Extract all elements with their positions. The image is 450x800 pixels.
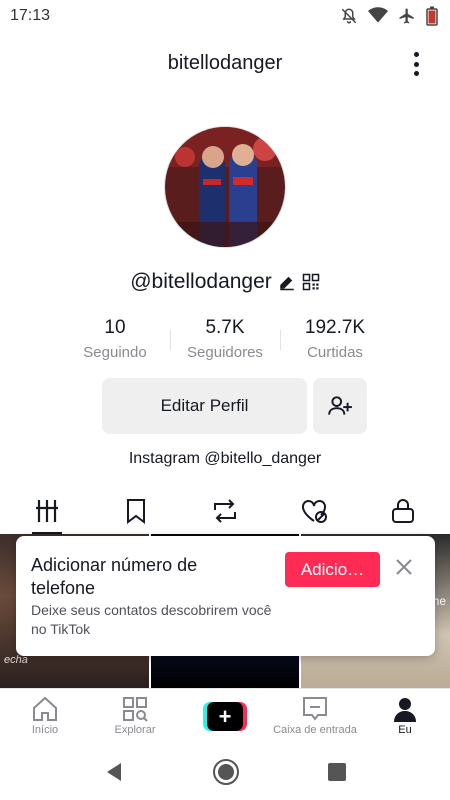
add-user-icon bbox=[328, 396, 352, 415]
tab-videos[interactable] bbox=[2, 488, 91, 534]
nav-inbox[interactable]: Caixa de entrada bbox=[270, 689, 360, 744]
status-bar: 17:13 bbox=[0, 0, 450, 32]
repost-icon bbox=[214, 499, 236, 523]
nav-label: Eu bbox=[398, 724, 412, 736]
back-icon[interactable] bbox=[103, 761, 125, 783]
tab-favorites[interactable] bbox=[91, 488, 180, 534]
inbox-icon bbox=[303, 697, 327, 721]
stat-value: 5.7K bbox=[205, 317, 245, 338]
status-icons bbox=[340, 6, 438, 26]
tab-private[interactable] bbox=[359, 488, 448, 534]
banner-title: Adicionar número de telefone bbox=[31, 555, 198, 598]
nav-label: Caixa de entrada bbox=[273, 724, 357, 736]
profile-bio: Instagram @bitello_danger bbox=[128, 450, 322, 467]
profile-stats: 10 Seguindo 5.7K Seguidores 192.7K Curti… bbox=[60, 316, 390, 364]
home-circle-icon[interactable] bbox=[212, 758, 240, 786]
add-friend-button[interactable] bbox=[313, 378, 367, 434]
avatar[interactable] bbox=[164, 126, 286, 248]
more-options-button[interactable] bbox=[404, 50, 428, 78]
add-phone-banner: Adicionar número de telefone Deixe seus … bbox=[16, 536, 435, 656]
explore-icon bbox=[123, 697, 148, 722]
videos-grid-icon bbox=[35, 500, 58, 522]
edit-profile-button[interactable]: Editar Perfil bbox=[102, 378, 307, 434]
stat-value: 192.7K bbox=[304, 317, 366, 338]
stat-label: Seguidores bbox=[187, 344, 263, 361]
qr-code-icon[interactable] bbox=[302, 273, 320, 291]
bookmark-icon bbox=[126, 499, 145, 524]
tab-reposts[interactable] bbox=[180, 488, 269, 534]
nav-label: Início bbox=[31, 724, 59, 736]
profile-icon bbox=[394, 698, 416, 722]
banner-subtitle: Deixe seus contatos descobrirem você no … bbox=[31, 602, 272, 637]
battery-icon bbox=[426, 6, 438, 26]
plus-icon: + bbox=[207, 702, 243, 731]
lock-icon bbox=[392, 499, 415, 523]
wifi-icon bbox=[368, 7, 388, 23]
username-row: @bitellodanger bbox=[0, 270, 450, 294]
liked-hidden-icon bbox=[302, 500, 328, 523]
stat-likes[interactable]: 192.7K Curtidas bbox=[280, 316, 390, 364]
page-title: bitellodanger bbox=[167, 51, 283, 74]
airplane-icon bbox=[399, 8, 414, 24]
stat-label: Curtidas bbox=[307, 344, 363, 361]
nav-label: Explorar bbox=[114, 724, 156, 736]
close-icon[interactable] bbox=[395, 558, 413, 576]
stat-label: Seguindo bbox=[83, 344, 147, 361]
add-phone-button[interactable]: Adicio… bbox=[285, 552, 380, 587]
avatar-photo bbox=[165, 127, 285, 247]
mute-notifications-icon bbox=[341, 8, 357, 24]
status-time: 17:13 bbox=[10, 7, 51, 24]
profile-header: bitellodanger bbox=[0, 40, 450, 86]
nav-home[interactable]: Início bbox=[0, 689, 90, 744]
profile-tabs bbox=[0, 488, 450, 534]
nav-me[interactable]: Eu bbox=[360, 689, 450, 744]
home-icon bbox=[33, 696, 57, 721]
create-button[interactable]: + bbox=[203, 702, 247, 731]
edit-pencil-icon[interactable] bbox=[278, 273, 296, 291]
nav-explore[interactable]: Explorar bbox=[90, 689, 180, 744]
profile-actions: Editar Perfil bbox=[102, 378, 367, 434]
bottom-nav: Início Explorar + Caixa de entrada Eu bbox=[0, 688, 450, 744]
stat-following[interactable]: 10 Seguindo bbox=[60, 316, 170, 364]
system-nav-bar bbox=[0, 744, 450, 800]
recents-icon[interactable] bbox=[327, 762, 347, 782]
username: @bitellodanger bbox=[130, 270, 272, 293]
stat-followers[interactable]: 5.7K Seguidores bbox=[170, 316, 280, 364]
stat-value: 10 bbox=[104, 317, 126, 338]
tab-liked[interactable] bbox=[270, 488, 359, 534]
nav-create[interactable]: + bbox=[180, 689, 270, 744]
